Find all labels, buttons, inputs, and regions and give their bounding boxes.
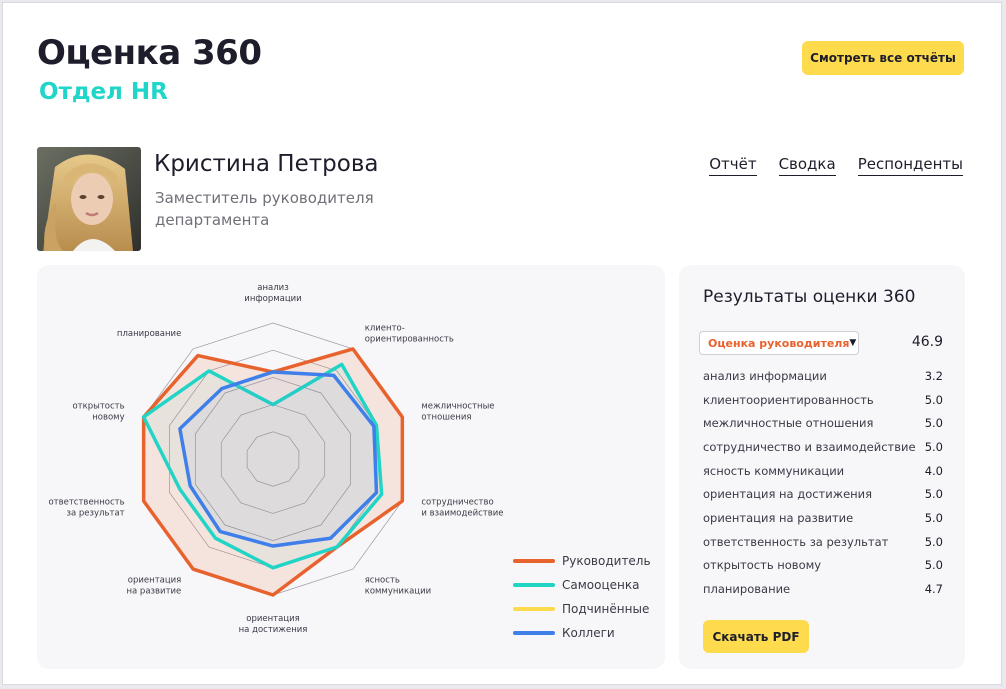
department-subtitle: Отдел HR bbox=[39, 79, 168, 105]
page-title: Оценка 360 bbox=[37, 33, 262, 73]
score-value: 5.0 bbox=[924, 534, 943, 549]
score-list: анализ информации 3.2 клиентоориентирован… bbox=[703, 364, 943, 601]
legend-label: Самооценка bbox=[562, 578, 639, 592]
score-value: 5.0 bbox=[924, 487, 943, 502]
score-row: ответственность за результат 5.0 bbox=[703, 530, 943, 554]
score-value: 5.0 bbox=[924, 416, 943, 431]
view-all-reports-button[interactable]: Смотреть все отчёты bbox=[802, 41, 964, 75]
axis-label: открытость bbox=[72, 401, 124, 411]
nav-link-summary[interactable]: Сводка bbox=[778, 155, 836, 176]
score-label: ответственность за результат bbox=[703, 534, 889, 549]
score-row: межличностные отношения 5.0 bbox=[703, 411, 943, 435]
score-value: 5.0 bbox=[924, 439, 943, 454]
score-label: клиентоориентированность bbox=[703, 392, 874, 407]
avatar bbox=[37, 147, 141, 251]
score-row: планирование 4.7 bbox=[703, 577, 943, 601]
results-title: Результаты оценки 360 bbox=[703, 287, 916, 307]
axis-label: информации bbox=[244, 294, 301, 304]
axis-label: сотрудничество bbox=[421, 498, 493, 508]
results-panel: Результаты оценки 360 Оценка руководител… bbox=[679, 265, 965, 669]
axis-label: планирование bbox=[117, 329, 181, 339]
app-window: Оценка 360 Отдел HR Смотреть все отчёты bbox=[2, 2, 1002, 685]
axis-label: и взаимодействие bbox=[421, 509, 503, 519]
score-value: 4.0 bbox=[924, 463, 943, 478]
axis-label: новому bbox=[92, 412, 124, 422]
axis-label: ответственность bbox=[48, 498, 124, 508]
score-row: ориентация на достижения 5.0 bbox=[703, 482, 943, 506]
total-score: 46.9 bbox=[911, 334, 943, 350]
score-row: ориентация на развитие 5.0 bbox=[703, 506, 943, 530]
score-row: открытость новому 5.0 bbox=[703, 554, 943, 578]
axis-label: ориентация bbox=[128, 576, 182, 586]
legend-label: Руководитель bbox=[562, 554, 651, 568]
score-row: ясность коммуникации 4.0 bbox=[703, 459, 943, 483]
score-row: анализ информации 3.2 bbox=[703, 364, 943, 388]
score-value: 5.0 bbox=[924, 510, 943, 525]
score-label: ориентация на достижения bbox=[703, 487, 873, 502]
score-value: 4.7 bbox=[924, 582, 943, 597]
score-value: 3.2 bbox=[924, 368, 943, 383]
download-pdf-button[interactable]: Скачать PDF bbox=[703, 620, 809, 653]
axis-label: клиенто- bbox=[365, 323, 405, 333]
axis-label: анализ bbox=[257, 283, 289, 293]
axis-label: ориентация bbox=[246, 614, 300, 624]
score-label: сотрудничество и взаимодействие bbox=[703, 439, 916, 454]
score-value: 5.0 bbox=[924, 392, 943, 407]
axis-label: межличностные bbox=[421, 401, 494, 411]
score-label: ясность коммуникации bbox=[703, 463, 845, 478]
caret-down-icon: ▼ bbox=[849, 338, 857, 348]
score-row: сотрудничество и взаимодействие 5.0 bbox=[703, 435, 943, 459]
score-value: 5.0 bbox=[924, 558, 943, 573]
avatar-photo bbox=[37, 147, 141, 251]
axis-label: за результат bbox=[66, 509, 124, 519]
report-nav: Отчёт Сводка Респонденты bbox=[709, 155, 963, 176]
axis-label: отношения bbox=[421, 412, 471, 422]
score-label: анализ информации bbox=[703, 368, 827, 383]
nav-link-report[interactable]: Отчёт bbox=[709, 155, 757, 176]
employee-role: Заместитель руководителя департамента bbox=[155, 189, 374, 229]
axis-label: ориентированность bbox=[365, 334, 454, 344]
radar-chart-card: анализ информации клиенто-ориентированност… bbox=[37, 265, 665, 669]
score-row: клиентоориентированность 5.0 bbox=[703, 388, 943, 412]
legend-label: Подчинённые bbox=[562, 602, 649, 616]
radar-chart: анализинформации клиенто-ориентированност… bbox=[48, 283, 651, 640]
nav-link-respondents[interactable]: Респонденты bbox=[857, 155, 963, 176]
evaluation-source-select[interactable]: Оценка руководителя ▼ bbox=[699, 331, 859, 355]
employee-name: Кристина Петрова bbox=[154, 151, 379, 177]
axis-label: на развитие bbox=[126, 587, 181, 597]
legend-label: Коллеги bbox=[562, 626, 615, 640]
score-label: ориентация на развитие bbox=[703, 510, 854, 525]
score-label: открытость новому bbox=[703, 558, 822, 573]
select-value: Оценка руководителя bbox=[708, 336, 850, 350]
axis-label: коммуникации bbox=[365, 587, 431, 597]
axis-label: на достижения bbox=[239, 625, 308, 635]
score-label: межличностные отношения bbox=[703, 416, 874, 431]
axis-label: ясность bbox=[365, 576, 400, 586]
score-label: планирование bbox=[703, 582, 791, 597]
